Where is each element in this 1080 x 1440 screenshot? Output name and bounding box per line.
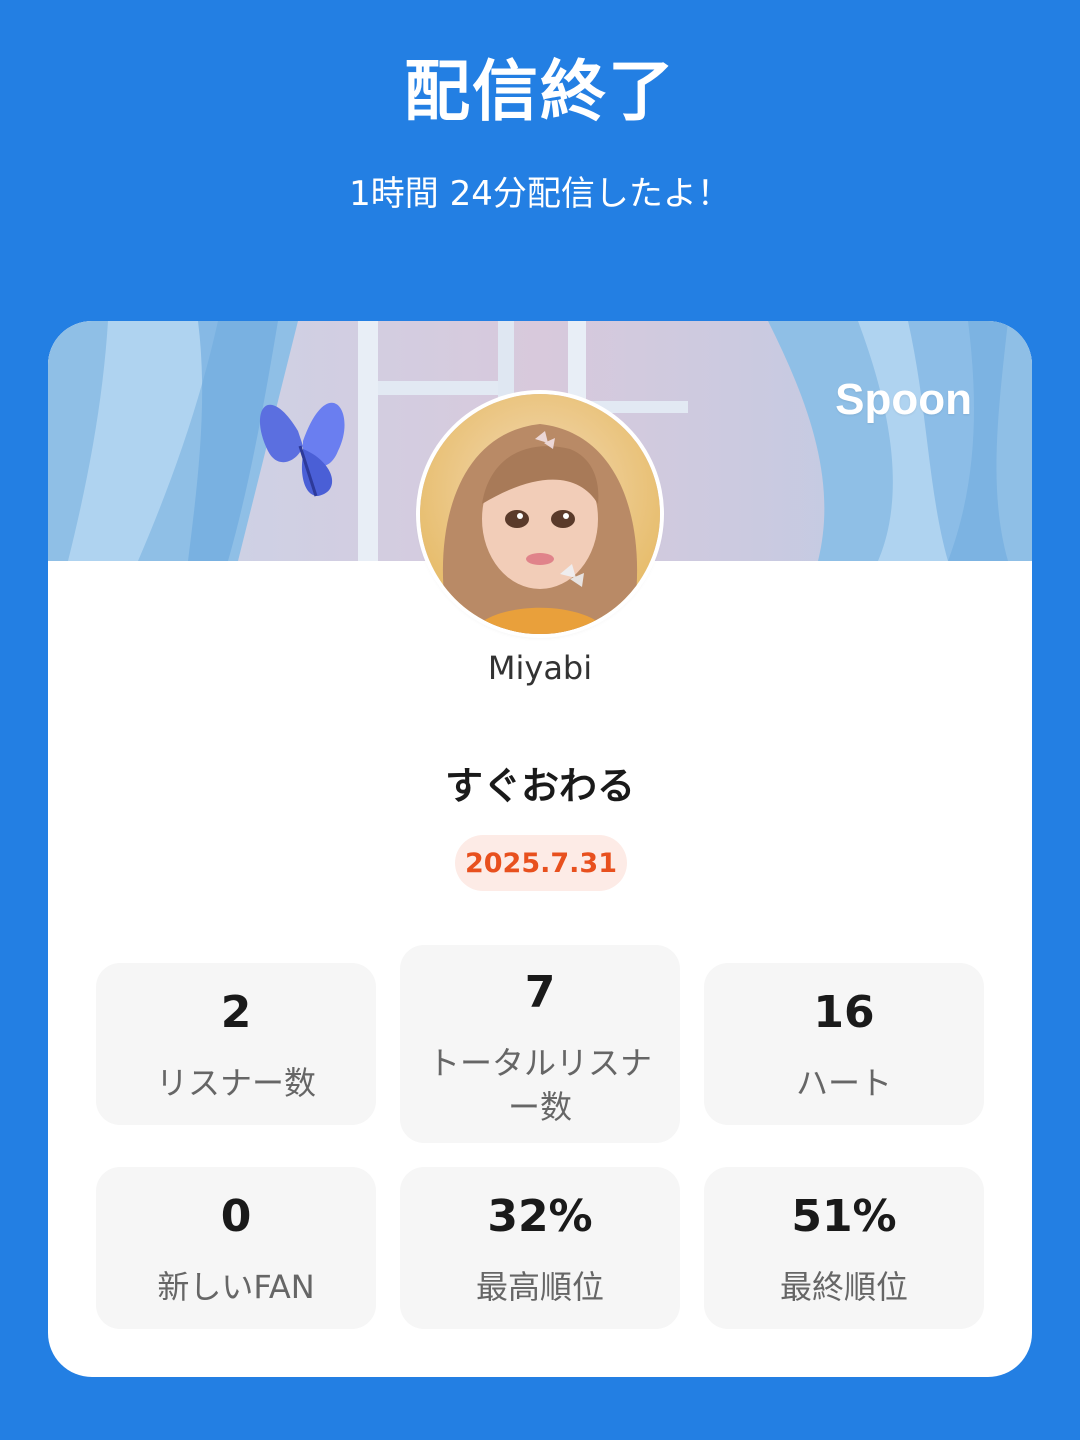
stat-value: 7 — [524, 967, 556, 1018]
stream-title: すぐおわる — [444, 764, 635, 808]
stat-label: 最高順位 — [475, 1268, 604, 1306]
date-badge: 2025.7.31 — [455, 835, 627, 891]
stat-value: 2 — [220, 987, 252, 1038]
stat-new-fans: 0 新しいFAN — [96, 1167, 376, 1329]
summary-card: Spoon Miyabi すぐおわる 2025.7.31 2 リスナー数 7 ト… — [48, 321, 1032, 1377]
stat-total-listeners: 7 トータルリスナ ー数 — [400, 945, 680, 1143]
stat-value: 16 — [813, 987, 875, 1038]
stat-highest-rank: 32% 最高順位 — [400, 1167, 680, 1329]
stat-listeners: 2 リスナー数 — [96, 963, 376, 1125]
stat-label: ハート — [795, 1064, 892, 1102]
spoon-logo: Spoon — [835, 375, 972, 424]
page-title: 配信終了 — [404, 53, 676, 130]
username: Miyabi — [487, 649, 593, 687]
stat-label: トータルリスナ ー数 — [427, 1044, 652, 1126]
stat-label: 最終順位 — [779, 1268, 908, 1306]
stat-label: 新しいFAN — [157, 1268, 315, 1306]
stream-duration-text: 1時間 24分配信したよ！ — [349, 174, 731, 214]
stat-label: リスナー数 — [155, 1064, 316, 1102]
stat-hearts: 16 ハート — [704, 963, 984, 1125]
avatar — [420, 394, 660, 634]
stat-value: 51% — [791, 1191, 897, 1242]
stat-value: 32% — [487, 1191, 593, 1242]
stat-final-rank: 51% 最終順位 — [704, 1167, 984, 1329]
stat-value: 0 — [220, 1191, 252, 1242]
